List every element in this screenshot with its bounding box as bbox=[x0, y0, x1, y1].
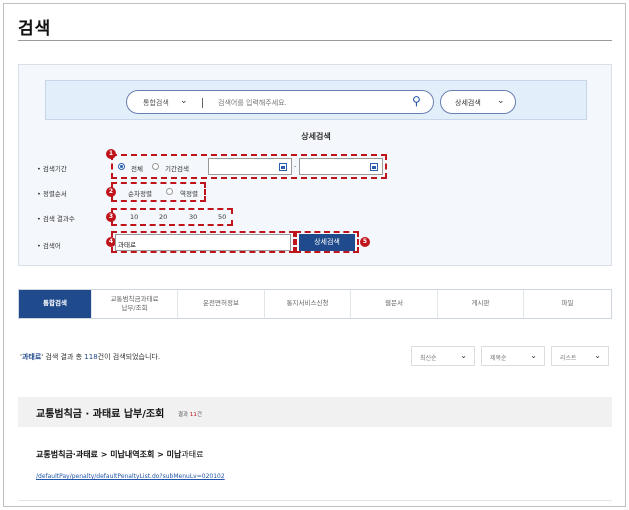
count-option-50[interactable]: 50 bbox=[218, 213, 226, 221]
detail-search-toggle[interactable]: 상세검색 ⌄ bbox=[440, 90, 516, 114]
count-option-30[interactable]: 30 bbox=[189, 213, 197, 221]
badge-5: 5 bbox=[360, 237, 370, 247]
result-item-link[interactable]: /defaultPay/penalty/defaultPenaltyList.d… bbox=[36, 473, 225, 480]
section-title: 교통범칙금 · 과태료 납부/조회 bbox=[36, 409, 165, 420]
tab-board[interactable]: 게시판 bbox=[438, 290, 524, 318]
chevron-down-icon: ⌄ bbox=[460, 351, 467, 360]
calendar-icon[interactable] bbox=[370, 163, 378, 171]
detail-search-title: 상세검색 bbox=[301, 132, 331, 141]
search-panel: 통합검색 ⌄ 검색어를 입력해주세요. ⚲ 상세검색 ⌄ 상세검색 • 검색기간… bbox=[18, 64, 612, 266]
badge-2: 2 bbox=[106, 187, 116, 197]
tab-license[interactable]: 운전면허정보 bbox=[178, 290, 265, 318]
search-page: 검색 통합검색 ⌄ 검색어를 입력해주세요. ⚲ 상세검색 ⌄ 상세검색 • 검… bbox=[3, 3, 626, 507]
period-label: • 검색기간 bbox=[37, 165, 67, 173]
tab-penalty[interactable]: 교통범칙금과태료 납부/조회 bbox=[92, 290, 178, 318]
view-list-label: 리스트 bbox=[560, 355, 577, 362]
section-count-suffix: 건 bbox=[196, 412, 202, 418]
period-all-radio[interactable] bbox=[118, 163, 125, 170]
result-summary: '과태료' 검색 결과 총 118건이 검색되었습니다. bbox=[20, 352, 160, 362]
period-range-radio[interactable] bbox=[152, 163, 159, 170]
summary-suffix: 건이 검색되었습니다. bbox=[97, 353, 161, 361]
sort-latest-label: 최신순 bbox=[420, 355, 437, 362]
start-date-field[interactable] bbox=[208, 158, 292, 175]
view-list-select[interactable]: 리스트 ⌄ bbox=[551, 346, 609, 366]
title-divider bbox=[18, 40, 612, 41]
badge-3: 3 bbox=[106, 212, 116, 222]
chevron-down-icon: ⌄ bbox=[594, 351, 601, 360]
result-divider bbox=[18, 500, 612, 501]
section-count-prefix: 결과 bbox=[178, 412, 190, 418]
tab-notification[interactable]: 통지서비스신청 bbox=[265, 290, 351, 318]
summary-keyword: 과태료 bbox=[21, 353, 42, 361]
tab-files[interactable]: 파일 bbox=[524, 290, 611, 318]
sort-latest-select[interactable]: 최신순 ⌄ bbox=[411, 346, 475, 366]
section-count: 결과 11건 bbox=[178, 410, 202, 418]
sort-title-select[interactable]: 제목순 ⌄ bbox=[481, 346, 545, 366]
count-option-10[interactable]: 10 bbox=[130, 213, 138, 221]
sort-title-label: 제목순 bbox=[490, 355, 507, 362]
sort-reverse-label: 역정렬 bbox=[180, 190, 198, 198]
page-title: 검색 bbox=[18, 19, 52, 39]
period-all-label: 전체 bbox=[131, 165, 143, 173]
date-separator: - bbox=[294, 162, 297, 170]
search-input[interactable]: 검색어를 입력해주세요. bbox=[218, 98, 287, 108]
chevron-down-icon: ⌄ bbox=[530, 351, 537, 360]
result-item-path: 교통범칙금·과태료 > 미납내역조회 > 미납 bbox=[36, 450, 182, 459]
badge-1: 1 bbox=[106, 149, 116, 159]
count-option-20[interactable]: 20 bbox=[159, 213, 167, 221]
result-item-title[interactable]: 교통범칙금·과태료 > 미납내역조회 > 미납과태료 bbox=[36, 449, 203, 460]
keyword-label: • 검색어 bbox=[37, 242, 61, 250]
search-icon[interactable]: ⚲ bbox=[412, 94, 421, 108]
divider bbox=[202, 98, 203, 108]
detail-search-button[interactable]: 상세검색 bbox=[299, 234, 355, 251]
tab-integrated[interactable]: 통합검색 bbox=[19, 290, 92, 318]
chevron-down-icon[interactable]: ⌄ bbox=[180, 96, 188, 106]
detail-search-toggle-label: 상세검색 bbox=[455, 99, 481, 107]
sort-reverse-radio[interactable] bbox=[166, 188, 173, 195]
search-scope-select[interactable]: 통합검색 bbox=[143, 98, 169, 108]
search-bar: 통합검색 ⌄ 검색어를 입력해주세요. ⚲ 상세검색 ⌄ bbox=[45, 80, 587, 120]
tab-web-docs[interactable]: 웹문서 bbox=[351, 290, 438, 318]
summary-mid: ' 검색 결과 총 bbox=[41, 353, 85, 361]
section-count-number: 11 bbox=[189, 412, 197, 418]
result-section-header: 교통범칙금 · 과태료 납부/조회 결과 11건 bbox=[18, 397, 612, 427]
chevron-down-icon: ⌄ bbox=[497, 96, 505, 106]
search-pill: 통합검색 ⌄ 검색어를 입력해주세요. ⚲ bbox=[126, 90, 434, 114]
period-range-label: 기간검색 bbox=[165, 165, 189, 173]
count-label: • 검색 결과수 bbox=[37, 215, 75, 223]
sort-accuracy-label[interactable]: 순차정렬 bbox=[128, 188, 152, 198]
calendar-icon[interactable] bbox=[279, 163, 287, 171]
sort-label: • 정렬순서 bbox=[37, 190, 67, 198]
summary-total: 118 bbox=[84, 353, 98, 361]
keyword-input[interactable]: 과태료 bbox=[115, 234, 291, 251]
result-item-title-tail: 과태료 bbox=[181, 450, 204, 459]
result-tabs: 통합검색 교통범칙금과태료 납부/조회 운전면허정보 통지서비스신청 웹문서 게… bbox=[18, 289, 612, 319]
end-date-field[interactable] bbox=[299, 158, 383, 175]
